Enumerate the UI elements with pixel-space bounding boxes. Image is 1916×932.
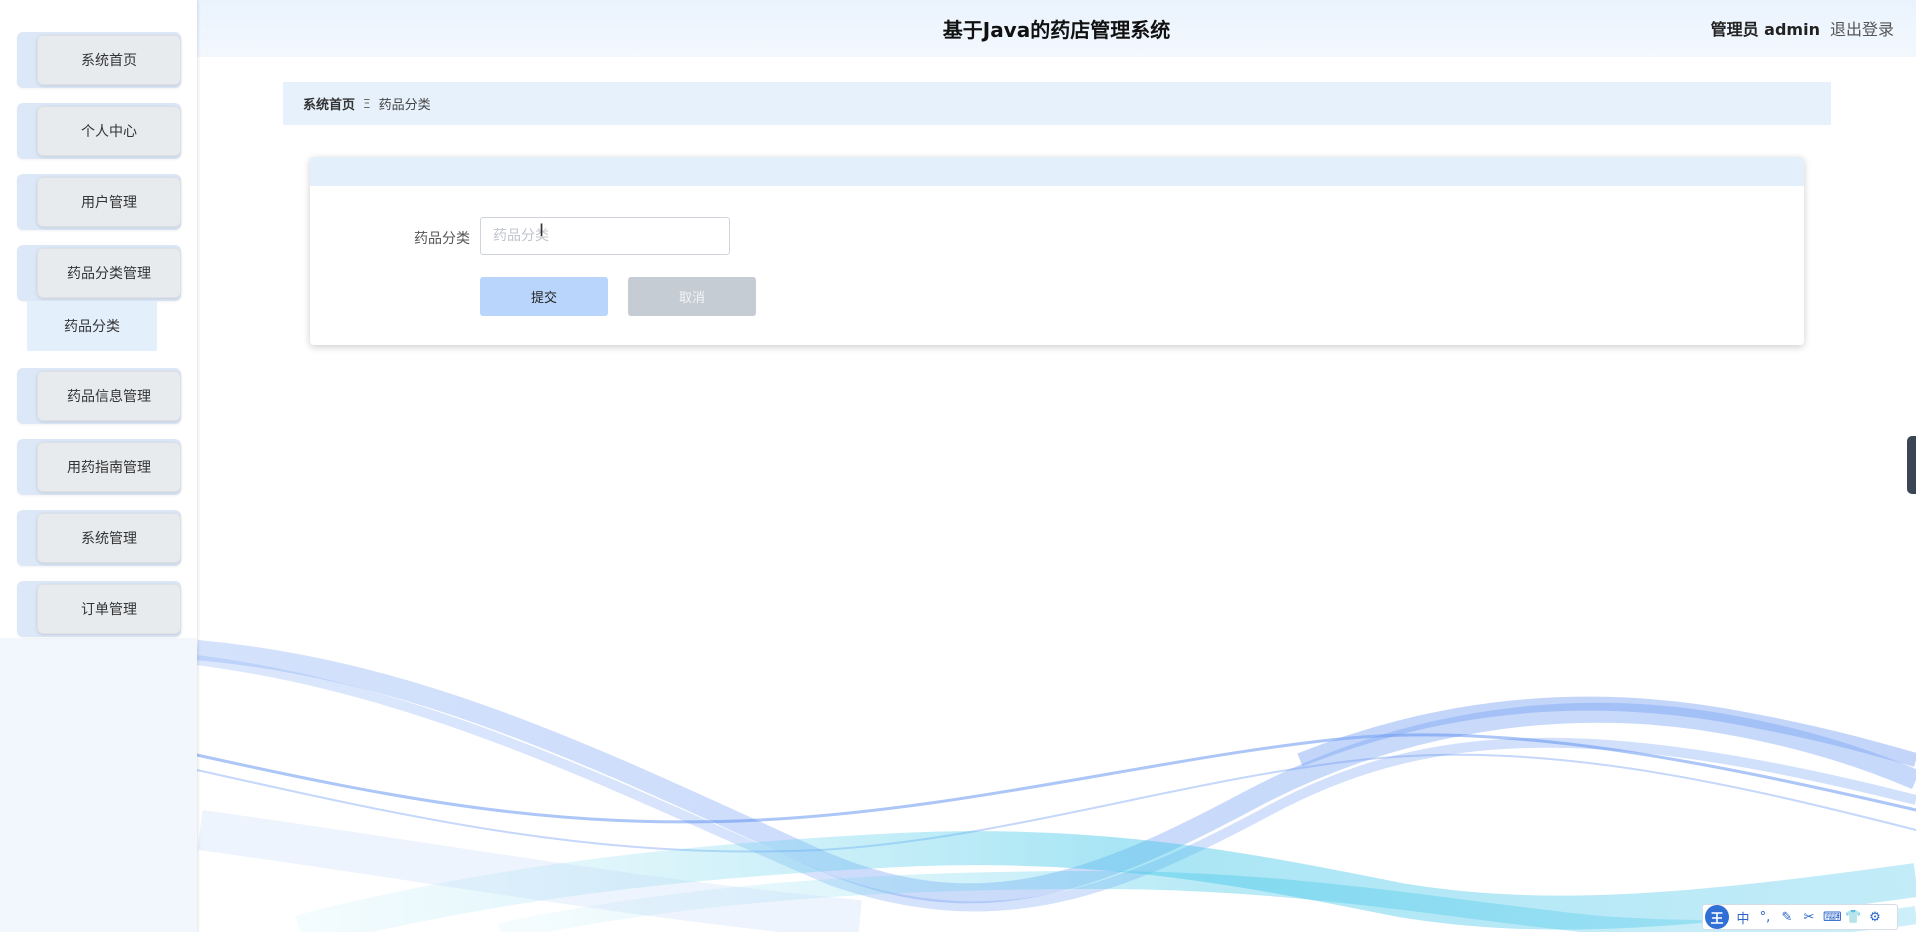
breadcrumb-current: 药品分类 — [378, 98, 431, 113]
sidebar-subitem-drug-category[interactable]: 药品分类 — [27, 301, 157, 351]
side-panel-handle[interactable] — [1907, 436, 1916, 494]
scissors-icon[interactable]: ✂ — [1801, 910, 1817, 925]
cancel-button[interactable]: 取消 — [628, 277, 756, 316]
top-header: 基于Java的药店管理系统 管理员 admin 退出登录 — [197, 0, 1916, 57]
breadcrumb-home[interactable]: 系统首页 — [303, 94, 355, 113]
shirt-icon[interactable]: 👕 — [1845, 910, 1861, 925]
category-input[interactable] — [480, 217, 730, 255]
sidebar-item-order-management[interactable]: 订单管理 — [17, 581, 181, 637]
sidebar: 系统首页 个人中心 用户管理 药品分类管理 药品分类 药品信息管理 用药指南管理… — [0, 0, 197, 932]
app-title: 基于Java的药店管理系统 — [942, 18, 1171, 42]
sidebar-item-medication-guide-management[interactable]: 用药指南管理 — [17, 439, 181, 495]
breadcrumb: 系统首页 Ξ 药品分类 — [283, 82, 1831, 125]
sidebar-item-label: 药品信息管理 — [37, 371, 181, 421]
sidebar-item-label: 用户管理 — [37, 177, 181, 227]
sidebar-item-user-management[interactable]: 用户管理 — [17, 174, 181, 230]
wave-background — [196, 640, 1916, 932]
sidebar-item-drug-info-management[interactable]: 药品信息管理 — [17, 368, 181, 424]
sidebar-item-drug-category-management[interactable]: 药品分类管理 — [17, 245, 181, 301]
card-header — [310, 157, 1804, 186]
ime-toolbar: 王 中 °, ✎ ✂ ⌨ 👕 ⚙ — [1702, 904, 1898, 930]
submit-button[interactable]: 提交 — [480, 277, 608, 316]
gear-icon[interactable]: ⚙ — [1867, 910, 1883, 925]
sidebar-item-label: 个人中心 — [37, 106, 181, 156]
pen-icon[interactable]: ✎ — [1779, 910, 1795, 925]
sidebar-menu: 系统首页 个人中心 用户管理 药品分类管理 药品分类 药品信息管理 用药指南管理… — [0, 0, 197, 638]
breadcrumb-separator-icon: Ξ — [363, 96, 371, 111]
sidebar-item-label: 药品分类管理 — [37, 248, 181, 298]
current-user: 管理员 admin — [1710, 20, 1820, 39]
punctuation-icon[interactable]: °, — [1757, 910, 1773, 925]
ime-mode-toggle[interactable]: 中 — [1735, 908, 1751, 927]
sidebar-item-label: 订单管理 — [37, 584, 181, 634]
sidebar-item-home[interactable]: 系统首页 — [17, 32, 181, 88]
sidebar-item-label: 用药指南管理 — [37, 442, 181, 492]
sidebar-item-label: 系统管理 — [37, 513, 181, 563]
text-cursor-icon: I — [539, 221, 545, 241]
sidebar-item-system-management[interactable]: 系统管理 — [17, 510, 181, 566]
category-field-label: 药品分类 — [414, 231, 470, 247]
logout-link[interactable]: 退出登录 — [1830, 16, 1894, 40]
sidebar-item-label: 系统首页 — [37, 35, 181, 85]
keyboard-icon[interactable]: ⌨ — [1823, 910, 1842, 925]
sidebar-item-personal-center[interactable]: 个人中心 — [17, 103, 181, 159]
user-area: 管理员 admin 退出登录 — [1711, 16, 1894, 40]
ime-logo-icon[interactable]: 王 — [1705, 905, 1729, 929]
category-form-card: 药品分类 I 提交 取消 — [310, 157, 1804, 345]
